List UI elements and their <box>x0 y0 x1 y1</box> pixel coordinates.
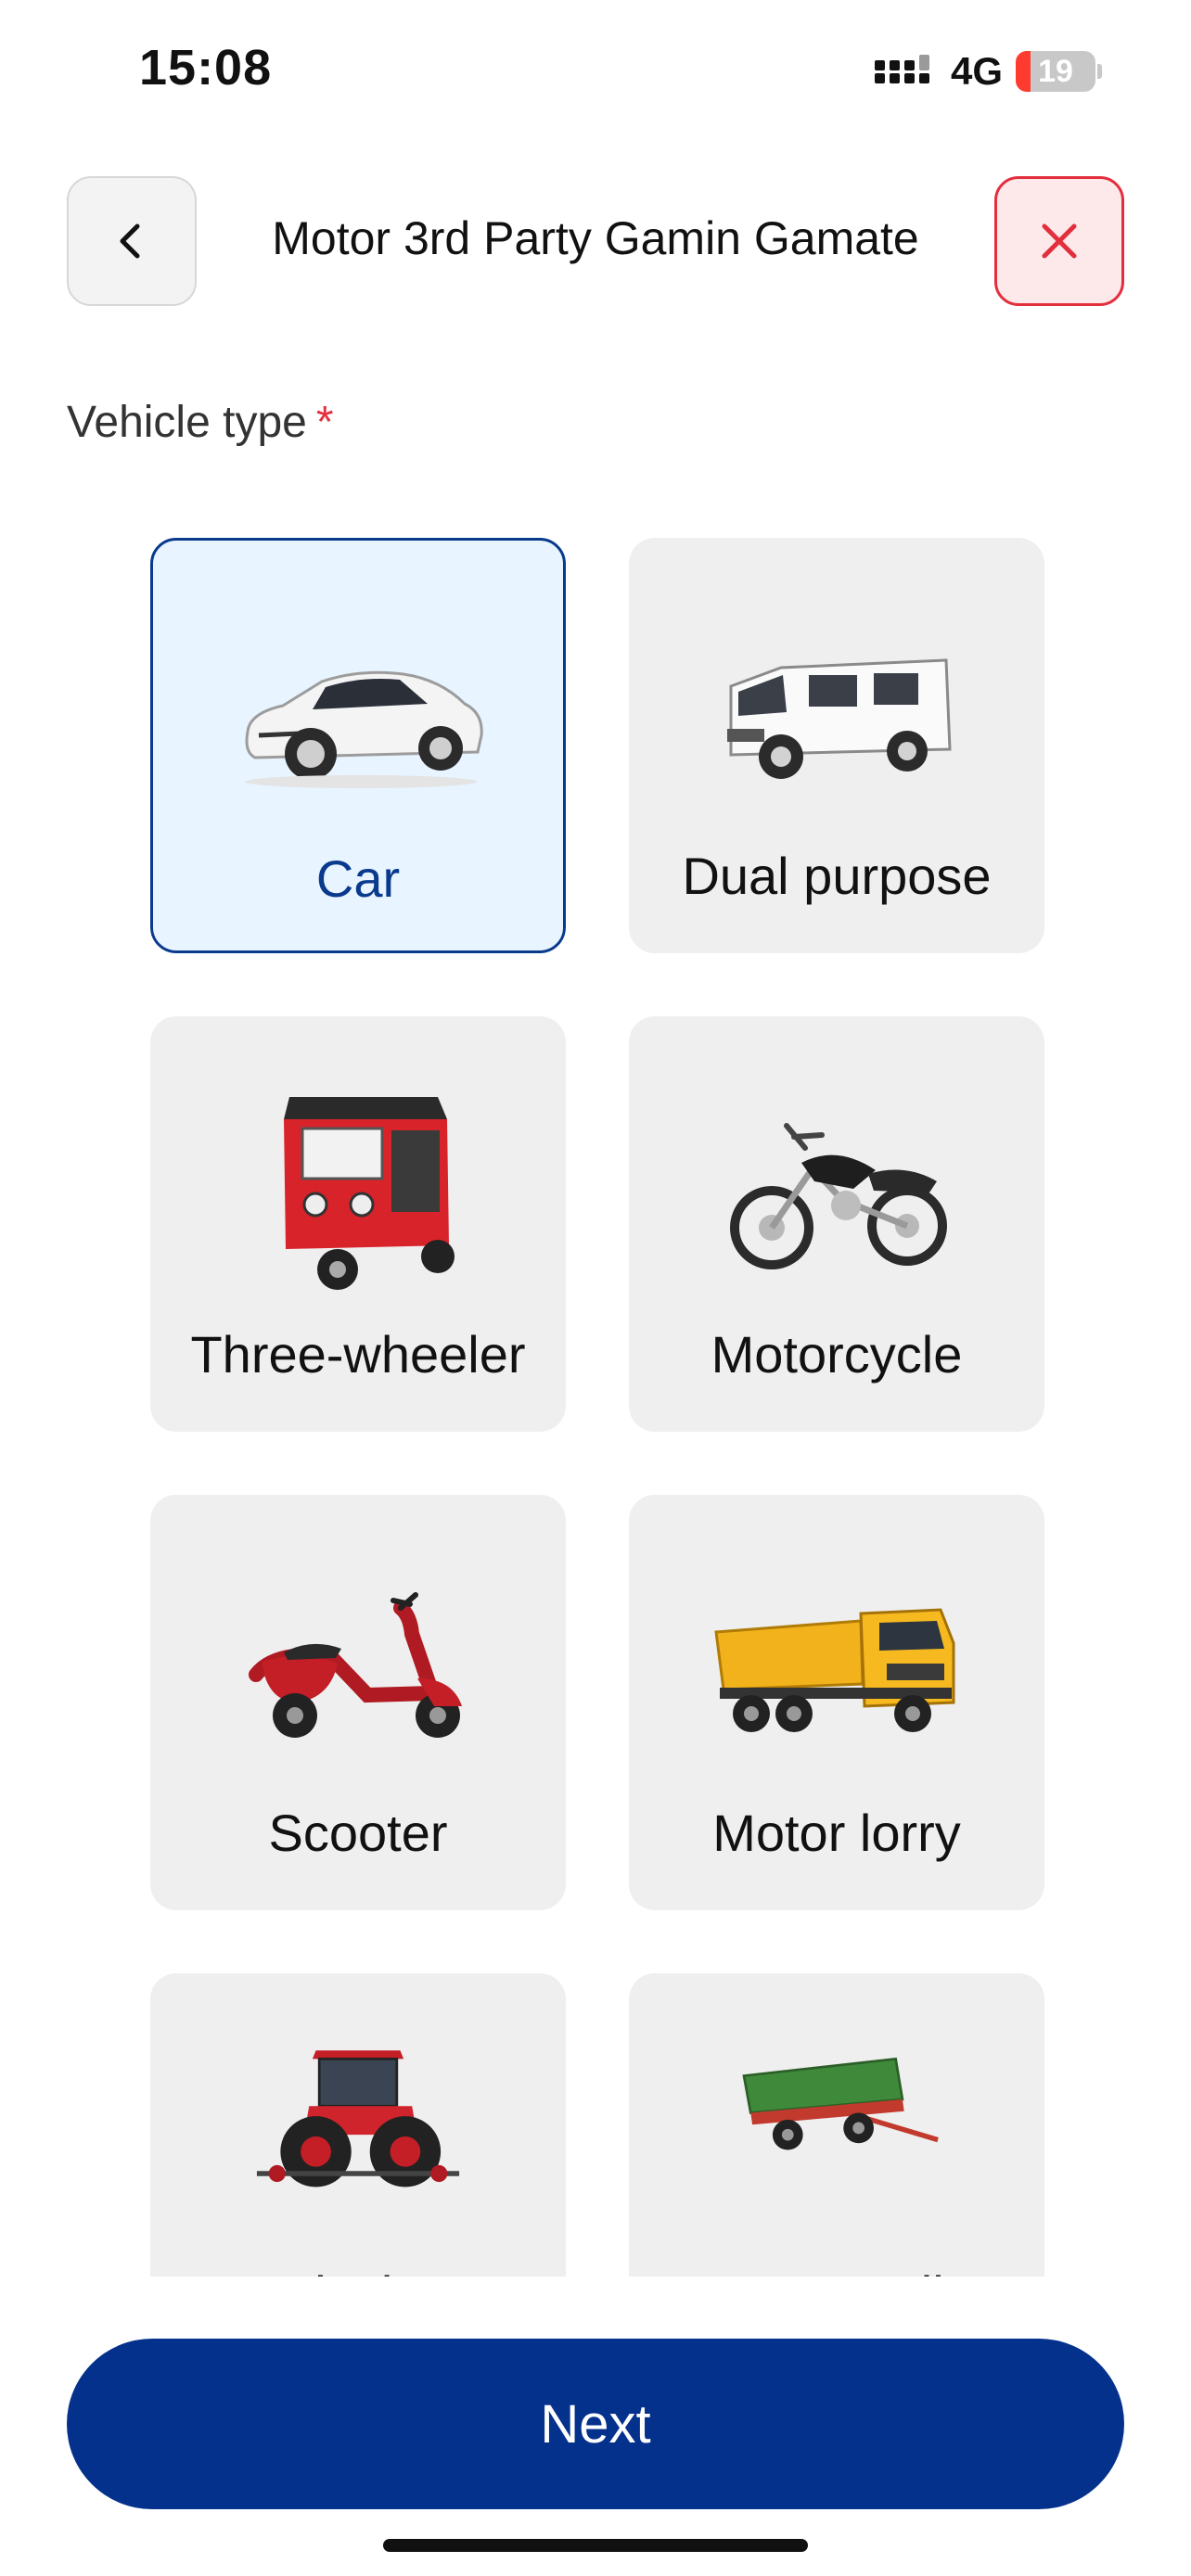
vehicle-option-three-wheeler[interactable]: Three-wheeler <box>150 1016 566 1432</box>
page-title: Motor 3rd Party Gamin Gamate <box>272 212 919 264</box>
vehicle-option-label: Car <box>315 849 401 908</box>
close-icon <box>1042 223 1077 259</box>
next-button[interactable]: Next <box>67 2339 1124 2509</box>
van-icon <box>727 658 952 779</box>
battery-tip <box>1097 64 1102 79</box>
required-mark: * <box>315 398 334 447</box>
scooter-icon <box>249 1592 462 1738</box>
car-icon <box>245 670 483 788</box>
vehicle-option-agriculture[interactable]: Agriculture <box>150 1973 566 2276</box>
trailer-icon <box>742 2057 939 2150</box>
vehicle-option-dual-purpose[interactable]: Dual purpose <box>629 538 1044 953</box>
vehicle-option-scooter[interactable]: Scooter <box>150 1495 566 1910</box>
vehicle-option-label: Motorcycle <box>711 1325 963 1384</box>
vehicle-option-label: Tractor trailer <box>629 2264 1044 2276</box>
vehicle-option-label: Agriculture <box>150 2264 566 2276</box>
three-wheeler-icon <box>284 1097 455 1290</box>
vehicle-option-label: Three-wheeler <box>190 1325 526 1384</box>
vehicle-option-label: Motor lorry <box>712 1804 961 1862</box>
tractor-icon <box>256 2050 460 2187</box>
vehicle-option-car[interactable]: Car <box>150 538 566 953</box>
battery-percent: 19 <box>1038 53 1073 89</box>
back-button[interactable] <box>67 176 197 306</box>
home-indicator <box>383 2539 808 2552</box>
vehicle-option-motor-lorry[interactable]: Motor lorry <box>629 1495 1044 1910</box>
close-button[interactable] <box>994 176 1124 306</box>
motorcycle-icon <box>730 1123 947 1269</box>
status-time: 15:08 <box>139 40 273 96</box>
field-label-text: Vehicle type <box>67 398 307 447</box>
vehicle-type-label: Vehicle type * <box>67 397 334 448</box>
vehicle-option-label: Scooter <box>268 1804 448 1862</box>
vehicle-option-label: Dual purpose <box>682 847 992 905</box>
chevron-left-icon <box>120 223 140 259</box>
vehicle-option-motorcycle[interactable]: Motorcycle <box>629 1016 1044 1432</box>
battery-icon: 19 <box>1016 51 1095 92</box>
status-indicators: 4G 19 <box>874 46 1102 96</box>
lorry-icon <box>714 1608 955 1732</box>
vehicle-option-tractor-trailer[interactable]: Tractor trailer <box>629 1973 1044 2276</box>
network-type: 4G <box>950 49 1003 93</box>
signal-icon <box>874 55 929 83</box>
vehicle-type-grid: Car Dual purpose Three-wheeler Motorcycl… <box>0 519 1191 2276</box>
